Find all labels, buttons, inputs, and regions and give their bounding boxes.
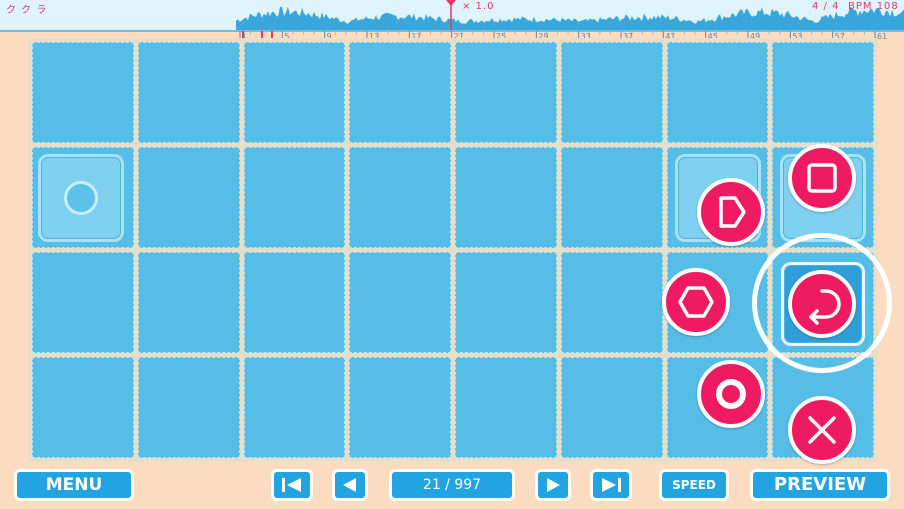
circle-icon — [64, 181, 98, 215]
grid-cell[interactable] — [560, 357, 663, 458]
grid-cell[interactable] — [455, 357, 557, 458]
grid-cell[interactable] — [243, 147, 346, 248]
waveform-timeline[interactable]: ク ク ラ × 1.0 4 / 4 BPM 108 — [0, 0, 904, 32]
grid-cell[interactable] — [666, 42, 769, 143]
cross-icon — [808, 416, 836, 444]
note-circle[interactable] — [38, 154, 124, 242]
grid-cell[interactable] — [32, 252, 134, 353]
preview-button[interactable]: PREVIEW — [750, 469, 890, 501]
grid-cell[interactable] — [349, 42, 451, 143]
grid-cell[interactable] — [243, 357, 346, 458]
triangle-icon — [719, 196, 746, 228]
next-page-icon — [547, 478, 560, 492]
hexagon-button[interactable] — [662, 268, 730, 336]
ring-icon — [716, 379, 746, 409]
grid-cell[interactable] — [243, 252, 346, 353]
ruler-label: 61 — [877, 32, 888, 41]
grid-cell[interactable] — [32, 357, 134, 458]
last-page-button[interactable] — [590, 469, 632, 501]
square-button[interactable] — [788, 144, 856, 212]
undo-button[interactable] — [788, 270, 856, 338]
grid-cell[interactable] — [32, 42, 134, 143]
undo-arrow-icon — [809, 289, 841, 325]
triangle-button[interactable] — [697, 178, 765, 246]
speed-button[interactable]: SPEED — [659, 469, 729, 501]
grid-cell[interactable] — [560, 42, 663, 143]
square-icon — [807, 163, 837, 193]
prev-page-icon — [343, 478, 356, 492]
next-page-button[interactable] — [535, 469, 571, 501]
grid-cell[interactable] — [137, 357, 240, 458]
position-display: 21 / 997 — [389, 469, 515, 501]
grid-cell[interactable] — [137, 252, 240, 353]
last-page-icon — [602, 478, 621, 492]
grid-cell[interactable] — [455, 252, 557, 353]
grid-cell[interactable] — [455, 147, 557, 248]
menu-button[interactable]: MENU — [14, 469, 134, 501]
grid-cell[interactable] — [137, 147, 240, 248]
grid-cell[interactable] — [349, 357, 451, 458]
prev-page-button[interactable] — [332, 469, 368, 501]
grid-cell[interactable] — [560, 252, 663, 353]
grid-cell[interactable] — [772, 42, 874, 143]
hexagon-icon — [678, 286, 714, 318]
grid-cell[interactable] — [349, 147, 451, 248]
grid-cell[interactable] — [560, 147, 663, 248]
grid-cell[interactable] — [455, 42, 557, 143]
playhead[interactable] — [0, 0, 904, 30]
first-page-button[interactable] — [271, 469, 313, 501]
first-page-icon — [282, 478, 301, 492]
grid-cell[interactable] — [243, 42, 346, 143]
grid-cell[interactable] — [349, 252, 451, 353]
ring-button[interactable] — [697, 360, 765, 428]
grid-cell[interactable] — [137, 42, 240, 143]
cross-button[interactable] — [788, 396, 856, 464]
